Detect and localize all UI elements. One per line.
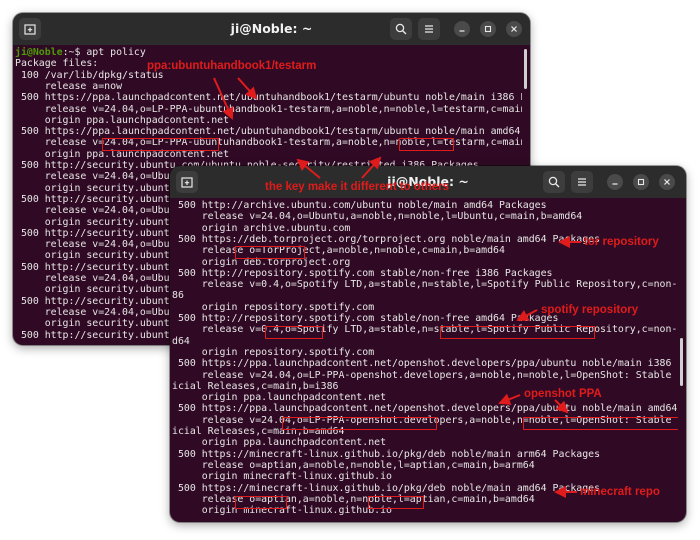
terminal-line: 500 http://security.ubuntu.c	[15, 193, 188, 205]
maximize-button[interactable]	[480, 21, 496, 37]
annotation-minecraft: minecraft repo	[580, 486, 660, 498]
terminal-line: 500 http://security.ubuntu.c	[15, 261, 188, 273]
terminal-line: 500 https://ppa.launchpadcontent.net/ubu…	[15, 126, 522, 138]
titlebar[interactable]: ji@Noble: ~	[13, 13, 530, 45]
window-title: ji@Noble: ~	[230, 21, 313, 36]
terminal-line: release v=24.04,o=Ubuntu	[15, 171, 188, 183]
terminal-line: 500 http://repository.spotify.com stable…	[172, 313, 559, 324]
minimize-button[interactable]	[607, 174, 623, 190]
terminal-line: origin minecraft-linux.github.io	[172, 471, 392, 483]
hamburger-menu-icon	[425, 25, 433, 33]
prompt-path: :~$	[62, 47, 81, 58]
highlight-box-openshot-origin	[282, 417, 437, 430]
terminal-line: release o=aptian,a=noble,n=noble,l=aptia…	[172, 459, 535, 471]
terminal-line: release v=24.04,o=LP-PPA-openshot.develo…	[172, 369, 678, 381]
highlight-box-openshot-label	[523, 417, 678, 430]
terminal-line: origin security.ubuntu.c	[15, 318, 188, 330]
terminal-line: 500 https://deb.torproject.org/torprojec…	[172, 233, 601, 245]
terminal-line: release v=0.4,o=Spotify LTD,a=stable,n=s…	[172, 279, 678, 291]
terminal-line: origin ppa.launchpadcontent.net	[172, 392, 387, 404]
terminal-line: 500 https://ppa.launchpadcontent.net/ubu…	[15, 92, 522, 104]
terminal-line: d64	[172, 335, 190, 347]
terminal-line: 500 https://ppa.launchpadcontent.net/ope…	[172, 358, 678, 370]
terminal-line: release a=now	[15, 80, 123, 92]
close-icon	[511, 26, 517, 32]
terminal-line: origin repository.spotify.com	[172, 301, 375, 313]
terminal-line: icial Releases,c=main,b=i386	[172, 380, 339, 392]
terminal-line: Package files:	[15, 58, 99, 70]
terminal-line: release v=24.04,o=Ubuntu	[15, 306, 188, 318]
maximize-button[interactable]	[633, 174, 649, 190]
annotation-openshot: openshot PPA	[524, 388, 602, 400]
highlight-box-spotify-label	[440, 326, 595, 339]
highlight-box-spotify-origin	[265, 326, 323, 339]
close-button[interactable]	[659, 174, 675, 190]
maximize-icon	[484, 25, 492, 33]
terminal-line: 86	[172, 290, 184, 302]
terminal-line: release o=aptian,a=noble,n=noble,l=aptia…	[172, 493, 535, 505]
terminal-line: 500 https://ppa.launchpadcontent.net/ope…	[172, 403, 678, 415]
minimize-icon	[459, 30, 465, 32]
close-button[interactable]	[506, 21, 522, 37]
scrollbar[interactable]	[680, 338, 683, 386]
annotation-ppa-label: ppa:ubuntuhandbook1/testarm	[147, 60, 317, 72]
terminal-line: 500 http://archive.ubuntu.com/ubuntu nob…	[172, 200, 547, 211]
terminal-line: origin security.ubuntu.c	[15, 284, 188, 296]
search-icon	[395, 23, 407, 35]
search-button[interactable]	[543, 171, 565, 193]
terminal-line: origin ppa.launchpadcontent.net	[172, 437, 387, 449]
terminal-line: release v=24.04,o=Ubuntu	[15, 205, 188, 217]
scrollbar[interactable]	[524, 49, 527, 89]
highlight-box-aptian-label	[368, 496, 424, 509]
terminal-line: origin ppa.launchpadcontent.net	[15, 114, 230, 126]
terminal-line: release v=24.04,o=Ubuntu	[15, 273, 188, 284]
terminal-line: release v=24.04,o=Ubuntu	[15, 239, 188, 251]
terminal-line: 500 http://security.ubuntu.c	[15, 295, 188, 307]
highlight-box-tor	[235, 246, 305, 259]
terminal-line: release o=TorProject,a=noble,n=noble,c=m…	[172, 245, 505, 257]
command-text: apt policy	[80, 47, 146, 58]
maximize-icon	[637, 178, 645, 186]
terminal-line: release v=24.04,o=LP-PPA-ubuntuhandbook1…	[15, 103, 522, 115]
terminal-line: 100 /var/lib/dpkg/status	[15, 69, 164, 81]
terminal-output[interactable]: 500 http://archive.ubuntu.com/ubuntu nob…	[172, 200, 678, 522]
terminal-line: release v=24.04,o=Ubuntu,a=noble,n=noble…	[172, 211, 583, 223]
close-icon	[664, 179, 670, 185]
prompt-user: ji@Noble	[15, 47, 63, 58]
minimize-button[interactable]	[454, 21, 470, 37]
highlight-box-label	[399, 138, 454, 151]
highlight-box-aptian-origin	[235, 496, 287, 509]
terminal-line: origin archive.ubuntu.com	[172, 222, 351, 234]
terminal-line: origin repository.spotify.com	[172, 346, 375, 358]
highlight-box-origin	[102, 138, 219, 151]
terminal-line: origin security.ubuntu.c	[15, 216, 188, 228]
annotation-spotify: spotify repository	[541, 304, 639, 316]
terminal-line: origin security.ubuntu.c	[15, 250, 188, 262]
menu-button[interactable]	[571, 171, 593, 193]
terminal-line: origin security.ubuntu.c	[15, 182, 188, 194]
terminal-line: 500 http://repository.spotify.com stable…	[172, 267, 553, 279]
menu-button[interactable]	[418, 18, 440, 40]
terminal-line: 500 http://security.ubuntu.c	[15, 329, 188, 341]
hamburger-menu-icon	[578, 178, 586, 186]
terminal-line: 500 https://minecraft-linux.github.io/pk…	[172, 482, 601, 494]
minimize-icon	[612, 183, 618, 185]
terminal-window-front[interactable]: ji@Noble: ~ 500 http://archive.ubuntu.co…	[170, 166, 686, 522]
annotation-key-note: the key make it different to others	[265, 181, 450, 193]
search-icon	[548, 176, 560, 188]
search-button[interactable]	[390, 18, 412, 40]
annotation-tor: tor repository	[584, 236, 659, 248]
terminal-line: release v=0.4,o=Spotify LTD,a=stable,n=s…	[172, 324, 678, 336]
prompt-line: ji@Noble:~$ apt policy	[15, 47, 146, 58]
terminal-line: 500 http://security.ubuntu.c	[15, 227, 188, 239]
terminal-line: 500 https://minecraft-linux.github.io/pk…	[172, 448, 601, 460]
